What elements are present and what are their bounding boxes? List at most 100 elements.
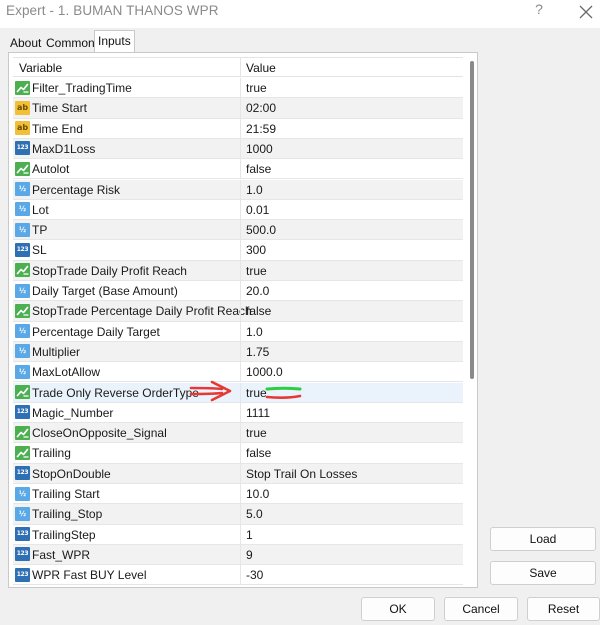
variable-value[interactable]: 0.01: [246, 203, 269, 217]
cell-divider: [240, 382, 241, 403]
close-button[interactable]: [574, 0, 598, 24]
tab-inputs[interactable]: Inputs: [94, 30, 135, 52]
cell-divider: [240, 504, 241, 525]
variable-value[interactable]: 02:00: [246, 101, 276, 115]
variable-value[interactable]: 1: [246, 528, 253, 542]
table-row[interactable]: 123 Magic_Number 1111: [13, 402, 463, 424]
vertical-scrollbar[interactable]: [467, 57, 477, 585]
variable-value[interactable]: Stop Trail On Losses: [246, 467, 357, 481]
ok-button[interactable]: OK: [361, 597, 435, 621]
variable-name: Lot: [32, 202, 49, 217]
variable-name: Time Start: [32, 101, 87, 116]
cell-divider: [240, 544, 241, 565]
title-bar: Expert - 1. BUMAN THANOS WPR ?: [0, 0, 600, 28]
variable-value[interactable]: 5.0: [246, 507, 263, 521]
variable-value[interactable]: 300: [246, 243, 266, 257]
table-row[interactable]: ½ MaxLotAllow 1000.0: [13, 362, 463, 383]
variable-value[interactable]: false: [246, 304, 271, 318]
table-row[interactable]: 123 TrailingStep 1: [13, 524, 463, 545]
variable-value[interactable]: 9: [246, 548, 253, 562]
variable-value[interactable]: 1000.0: [246, 365, 283, 379]
variable-name: Multiplier: [32, 344, 81, 359]
variable-name: Trailing Start: [32, 487, 100, 501]
cell-divider: [240, 281, 241, 301]
variable-value[interactable]: true: [246, 426, 267, 440]
variable-value[interactable]: 1000: [246, 142, 273, 156]
table-row[interactable]: ½ Trailing_Stop 5.0: [13, 504, 463, 525]
table-row[interactable]: StopTrade Daily Profit Reach true: [13, 260, 463, 281]
double-param-icon: ½: [15, 182, 30, 196]
reset-button[interactable]: Reset: [527, 597, 600, 621]
cell-divider: [240, 199, 241, 220]
variable-value[interactable]: true: [246, 81, 267, 95]
variable-name: Daily Target (Base Amount): [32, 284, 178, 298]
double-param-icon: ½: [15, 344, 30, 359]
variable-name: Percentage Risk: [32, 182, 121, 197]
variable-value[interactable]: 10.0: [246, 487, 269, 501]
string-param-icon: ab: [15, 121, 30, 136]
table-row[interactable]: ab Time Start 02:00: [13, 98, 463, 119]
variable-value[interactable]: true: [246, 264, 267, 278]
cell-divider: [240, 240, 241, 261]
table-row[interactable]: 123 WPR Fast BUY Level -30: [13, 565, 463, 586]
variable-name: StopOnDouble: [32, 466, 111, 481]
save-button[interactable]: Save: [490, 561, 596, 585]
cell-divider: [240, 362, 241, 383]
table-row[interactable]: 123 SL 300: [13, 240, 463, 261]
cell-divider: [240, 484, 241, 504]
cell-divider: [240, 138, 241, 159]
variable-value[interactable]: 1111: [246, 406, 270, 420]
variable-value[interactable]: 21:59: [246, 122, 276, 136]
variable-value[interactable]: false: [246, 446, 271, 460]
bool-param-icon: [15, 445, 30, 460]
table-row[interactable]: Autolot false: [13, 159, 463, 180]
variable-name: CloseOnOpposite_Signal: [32, 426, 167, 441]
table-row[interactable]: CloseOnOpposite_Signal true: [13, 423, 463, 444]
load-button[interactable]: Load: [490, 527, 596, 551]
help-button[interactable]: ?: [529, 1, 549, 23]
cell-divider: [240, 321, 241, 342]
variable-value[interactable]: 1.75: [246, 345, 269, 359]
table-row[interactable]: ½ Daily Target (Base Amount) 20.0: [13, 281, 463, 302]
cell-divider: [240, 402, 241, 423]
table-row[interactable]: Filter_TradingTime true: [13, 78, 463, 99]
variable-value[interactable]: false: [246, 162, 271, 176]
table-row[interactable]: ½ Multiplier 1.75: [13, 341, 463, 363]
variable-value[interactable]: 1.0: [246, 183, 263, 197]
table-row[interactable]: 123 Fast_WPR 9: [13, 544, 463, 566]
variable-value[interactable]: 500.0: [246, 223, 276, 237]
variable-value[interactable]: 1.0: [246, 325, 263, 339]
table-row[interactable]: Trade Only Reverse OrderType true: [13, 382, 463, 403]
variable-value[interactable]: -30: [246, 568, 263, 582]
variable-name: Trade Only Reverse OrderType: [32, 385, 199, 400]
variable-value[interactable]: true: [246, 386, 267, 400]
scrollbar-thumb[interactable]: [470, 61, 474, 379]
variable-column-header[interactable]: Variable: [19, 61, 62, 75]
variable-value[interactable]: 20.0: [246, 284, 269, 298]
double-param-icon: ½: [15, 486, 30, 501]
table-row[interactable]: ½ Lot 0.01: [13, 199, 463, 221]
table-row[interactable]: 123 MaxD1Loss 1000: [13, 138, 463, 160]
tab-about[interactable]: About: [10, 33, 41, 52]
variable-name: WPR Fast BUY Level: [32, 568, 147, 583]
cancel-button[interactable]: Cancel: [444, 597, 518, 621]
table-row[interactable]: ½ Percentage Risk 1.0: [13, 179, 463, 200]
table-row[interactable]: ½ Trailing Start 10.0: [13, 484, 463, 505]
table-row[interactable]: ab Time End 21:59: [13, 118, 463, 139]
table-row[interactable]: 123 StopOnDouble Stop Trail On Losses: [13, 463, 463, 484]
int-param-icon: 123: [15, 242, 30, 257]
double-param-icon: ½: [15, 506, 30, 521]
cell-divider: [240, 159, 241, 180]
table-row[interactable]: StopTrade Percentage Daily Profit Reach f…: [13, 301, 463, 322]
cell-divider: [240, 565, 241, 586]
column-divider[interactable]: [240, 58, 241, 77]
table-row[interactable]: ½ Percentage Daily Target 1.0: [13, 321, 463, 342]
table-row[interactable]: ½ TP 500.0: [13, 220, 463, 241]
int-param-icon: 123: [15, 567, 30, 582]
cell-divider: [240, 524, 241, 545]
value-column-header[interactable]: Value: [246, 61, 276, 75]
tab-common[interactable]: Common: [46, 33, 95, 52]
table-row[interactable]: Trailing false: [13, 443, 463, 464]
variable-name: Trailing: [32, 446, 71, 461]
variable-name: Trailing_Stop: [32, 507, 103, 522]
